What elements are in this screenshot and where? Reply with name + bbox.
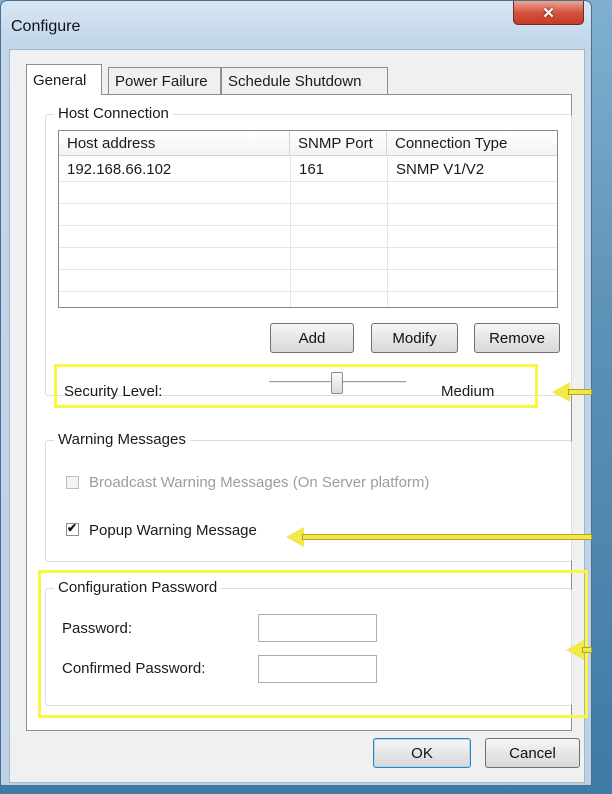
- remove-button[interactable]: Remove: [474, 323, 560, 353]
- security-level-value: Medium: [441, 383, 495, 400]
- connection-type-cell: SNMP V1/V2: [396, 161, 485, 178]
- column-header-host-address[interactable]: Host address: [59, 131, 290, 156]
- tab-power-failure-label: Power Failure: [115, 73, 208, 90]
- ok-button[interactable]: OK: [373, 738, 471, 768]
- tab-general-label: General: [33, 72, 87, 89]
- modify-button[interactable]: Modify: [371, 323, 458, 353]
- row-divider: [59, 203, 557, 204]
- warning-messages-group: Warning Messages: [45, 431, 572, 562]
- confirmed-password-field[interactable]: [258, 655, 377, 683]
- column-header-connection-type[interactable]: Connection Type: [387, 131, 557, 156]
- host-list-header: Host address SNMP Port Connection Type: [59, 131, 557, 156]
- tab-schedule-shutdown-label: Schedule Shutdown: [228, 73, 362, 90]
- host-connection-label: Host Connection: [54, 105, 173, 122]
- column-header-snmp-port[interactable]: SNMP Port: [290, 131, 387, 156]
- row-divider: [59, 291, 557, 292]
- popup-warning-label: Popup Warning Message: [89, 522, 257, 539]
- close-button[interactable]: ✕: [513, 1, 584, 25]
- tab-power-failure[interactable]: Power Failure: [108, 67, 221, 94]
- warning-messages-label: Warning Messages: [54, 431, 190, 448]
- close-icon: ✕: [542, 4, 555, 22]
- password-label: Password:: [62, 620, 133, 637]
- snmp-port-cell: 161: [299, 161, 325, 178]
- popup-warning-checkbox[interactable]: ✔: [66, 521, 79, 536]
- configuration-password-group: Configuration Password: [45, 579, 572, 706]
- security-level-label: Security Level:: [64, 383, 163, 400]
- check-icon: ✔: [67, 521, 78, 535]
- host-list[interactable]: Host address SNMP Port Connection Type 1…: [58, 130, 558, 308]
- slider-thumb[interactable]: [331, 372, 343, 394]
- broadcast-warning-label: Broadcast Warning Messages (On Server pl…: [89, 474, 430, 491]
- row-divider: [59, 181, 557, 182]
- broadcast-warning-checkbox[interactable]: [66, 476, 79, 489]
- confirmed-password-label: Confirmed Password:: [62, 660, 206, 677]
- cancel-button[interactable]: Cancel: [485, 738, 580, 768]
- tab-general[interactable]: General: [26, 64, 102, 95]
- row-divider: [59, 247, 557, 248]
- row-divider: [59, 269, 557, 270]
- window-title: Configure: [11, 18, 81, 35]
- password-field[interactable]: [258, 614, 377, 642]
- configuration-password-label: Configuration Password: [54, 579, 222, 596]
- tab-schedule-shutdown[interactable]: Schedule Shutdown: [221, 67, 388, 94]
- column-divider: [387, 156, 388, 307]
- add-button[interactable]: Add: [270, 323, 354, 353]
- column-divider: [290, 156, 291, 307]
- row-divider: [59, 225, 557, 226]
- host-address-cell: 192.168.66.102: [67, 161, 172, 178]
